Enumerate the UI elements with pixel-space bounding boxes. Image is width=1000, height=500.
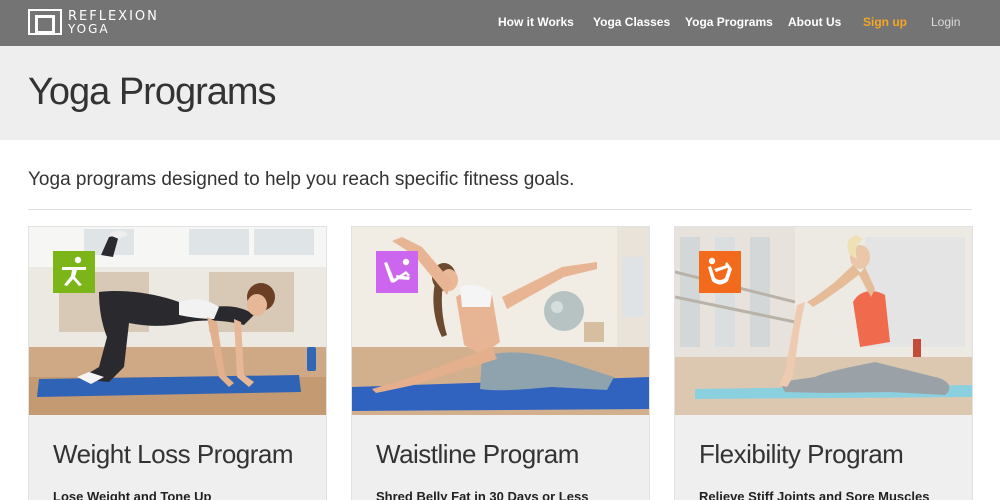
nav-sign-up[interactable]: Sign up xyxy=(863,15,907,29)
logo[interactable]: REFLEXION YOGA xyxy=(28,9,159,35)
nav-yoga-programs[interactable]: Yoga Programs xyxy=(685,15,773,29)
logo-text-line1: REFLEXION xyxy=(68,8,159,24)
top-nav: REFLEXION YOGA How it Works Yoga Classes… xyxy=(0,0,1000,46)
boat-pose-icon xyxy=(376,251,418,293)
program-card-waistline[interactable]: Waistline Program Shred Belly Fat in 30 … xyxy=(351,226,650,500)
bow-pose-icon xyxy=(699,251,741,293)
divider xyxy=(28,209,972,210)
nav-yoga-classes[interactable]: Yoga Classes xyxy=(593,15,670,29)
program-title[interactable]: Flexibility Program xyxy=(699,439,904,470)
warrior-pose-icon xyxy=(53,251,95,293)
program-card-weight-loss[interactable]: Weight Loss Program Lose Weight and Tone… xyxy=(28,226,327,500)
program-subtitle: Shred Belly Fat in 30 Days or Less xyxy=(376,489,589,500)
intro-text: Yoga programs designed to help you reach… xyxy=(28,169,575,190)
program-subtitle: Relieve Stiff Joints and Sore Muscles xyxy=(699,489,930,500)
program-card-flexibility[interactable]: Flexibility Program Relieve Stiff Joints… xyxy=(674,226,973,500)
nav-about-us[interactable]: About Us xyxy=(788,15,841,29)
program-title[interactable]: Waistline Program xyxy=(376,439,579,470)
nav-login[interactable]: Login xyxy=(931,15,960,29)
logo-mark-icon xyxy=(28,9,62,35)
page-header: Yoga Programs xyxy=(0,46,1000,140)
logo-text-line2: YOGA xyxy=(68,21,110,36)
nav-how-it-works[interactable]: How it Works xyxy=(498,15,574,29)
program-title[interactable]: Weight Loss Program xyxy=(53,439,294,470)
page-title: Yoga Programs xyxy=(28,71,277,113)
program-subtitle: Lose Weight and Tone Up xyxy=(53,489,212,500)
